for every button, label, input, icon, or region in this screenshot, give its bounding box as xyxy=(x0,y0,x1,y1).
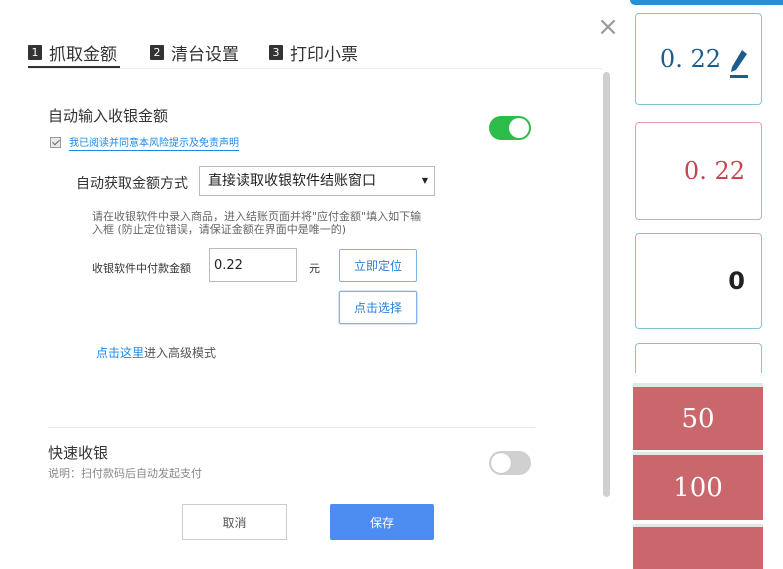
caret-down-icon: ▼ xyxy=(421,176,428,185)
amount-input-value: 0 xyxy=(728,267,745,295)
blank-card xyxy=(635,343,762,373)
tab-label: 抓取金额 xyxy=(49,45,117,65)
pencil-icon[interactable] xyxy=(729,48,749,78)
cancel-button[interactable]: 取消 xyxy=(182,504,287,540)
tab-clear-table[interactable]: 2 清台设置 xyxy=(150,40,239,65)
quick-pay-title: 快速收银 xyxy=(48,444,109,462)
quick-amount-50[interactable]: 50 xyxy=(633,383,763,450)
amount-field[interactable] xyxy=(209,248,297,282)
save-button[interactable]: 保存 xyxy=(330,504,434,540)
tab-label: 打印小票 xyxy=(290,45,358,65)
tab-number-badge: 1 xyxy=(28,45,42,60)
quick-amount-100[interactable]: 100 xyxy=(633,452,763,520)
amount-edit-value: 0. 22 xyxy=(659,45,721,73)
amount-edit-card[interactable]: 0. 22 xyxy=(635,13,762,105)
click-select-button[interactable]: 点击选择 xyxy=(339,291,417,324)
close-icon[interactable]: × xyxy=(597,14,619,40)
advanced-mode-link[interactable]: 点击这里 xyxy=(96,346,144,360)
tab-number-badge: 3 xyxy=(269,45,283,60)
agree-link[interactable]: 我已阅读并同意本风险提示及免责声明 xyxy=(69,134,239,151)
amount-due-value: 0. 22 xyxy=(683,157,745,185)
capture-hint: 请在收银软件中录入商品，进入结账页面并将"应付金额"填入如下输入框 (防止定位错… xyxy=(92,210,422,236)
cashier-panel-topline xyxy=(630,0,783,5)
locate-now-button[interactable]: 立即定位 xyxy=(339,249,417,282)
auto-input-toggle[interactable] xyxy=(489,116,531,140)
quick-amount-next[interactable] xyxy=(633,524,763,569)
mode-label: 自动获取金额方式 xyxy=(76,176,188,192)
advanced-mode-row: 点击这里进入高级模式 xyxy=(96,344,216,361)
tabs-divider xyxy=(28,68,603,69)
toggle-knob xyxy=(491,453,511,473)
advanced-mode-text: 进入高级模式 xyxy=(144,346,217,360)
amount-due-card: 0. 22 xyxy=(635,122,762,220)
scrollbar[interactable] xyxy=(603,72,610,497)
tab-capture-amount[interactable]: 1 抓取金额 xyxy=(28,40,117,65)
quick-pay-toggle[interactable] xyxy=(489,451,531,475)
mode-select[interactable]: 直接读取收银软件结账窗口 ▼ xyxy=(199,166,435,196)
amount-input-card[interactable]: 0 xyxy=(635,233,762,329)
agree-checkbox-row[interactable]: 我已阅读并同意本风险提示及免责声明 xyxy=(50,134,239,151)
auto-input-title: 自动输入收银金额 xyxy=(48,107,169,125)
toggle-knob xyxy=(509,118,529,138)
checkbox-checked-icon[interactable] xyxy=(50,137,61,148)
quick-amount-label: 50 xyxy=(681,403,715,434)
section-divider xyxy=(48,427,535,428)
tab-print-receipt[interactable]: 3 打印小票 xyxy=(269,40,358,65)
amount-label: 收银软件中付款金额 xyxy=(92,262,191,275)
settings-dialog: × 1 抓取金额 2 清台设置 3 打印小票 自动输入收银金额 我已阅读并同意本… xyxy=(0,0,630,566)
quick-pay-description: 说明：扫付款码后自动发起支付 xyxy=(48,467,202,480)
amount-unit: 元 xyxy=(309,262,320,275)
tab-label: 清台设置 xyxy=(171,45,239,65)
tab-number-badge: 2 xyxy=(150,45,164,60)
mode-select-value: 直接读取收银软件结账窗口 xyxy=(208,173,376,189)
quick-amount-label: 100 xyxy=(673,472,723,503)
